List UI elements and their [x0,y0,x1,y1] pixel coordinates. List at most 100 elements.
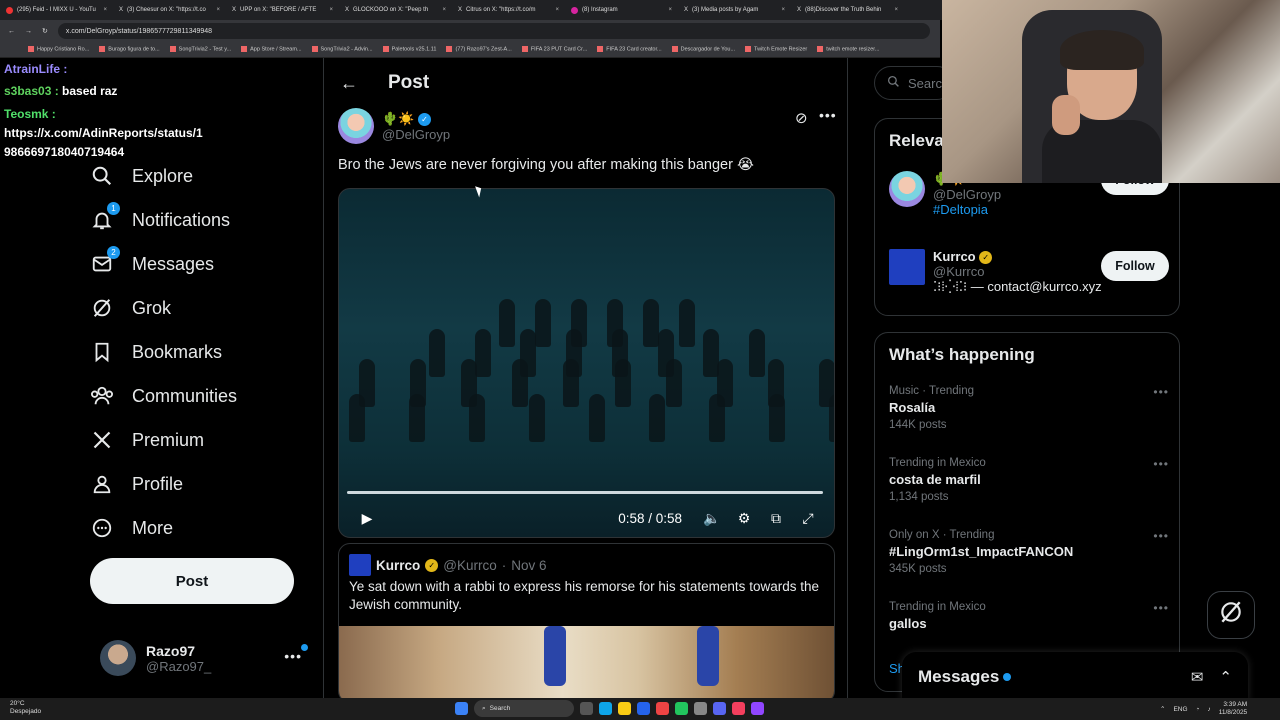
close-tab-icon[interactable]: × [894,7,898,13]
bookmark[interactable]: FIFA 23 PUT Card Cr... [522,46,587,53]
language-indicator[interactable]: ENG [1173,706,1187,713]
browser-tab[interactable]: X GLOCKOOO on X: "Peep th × [339,0,452,20]
follow-button[interactable]: Follow [1101,251,1169,281]
video-progress-bar[interactable] [347,491,823,494]
close-tab-icon[interactable]: × [442,7,446,13]
nav-messages[interactable]: 2 Messages [90,244,214,284]
taskbar-search[interactable]: ⌕ Search [474,700,574,717]
nav-more[interactable]: More [90,508,173,548]
play-icon[interactable]: ▶ [351,510,383,527]
bookmark[interactable]: twitch emote resizer... [817,46,879,53]
bookmark[interactable]: App Store / Stream... [241,46,301,53]
nav-bookmarks[interactable]: Bookmarks [90,332,222,372]
clock[interactable]: 3:39 AM 11/8/2025 [1219,701,1247,717]
volume-icon[interactable]: ♪ [1207,706,1210,713]
close-tab-icon[interactable]: × [216,7,220,13]
nav-premium[interactable]: Premium [90,420,204,460]
more-horizontal-icon[interactable]: ••• [1153,529,1169,543]
browser-tab[interactable]: X (3) Cheesur on X: "https://t.co × [113,0,226,20]
x-logo-icon: X [232,7,237,13]
bookmark[interactable]: Descargador de You... [672,46,735,53]
video-player[interactable]: ▶ 0:58 / 0:58 🔈 ⚙ ⧉ ⤢ [338,188,835,538]
new-message-icon[interactable]: ✉ [1191,668,1204,686]
more-horizontal-icon[interactable]: ••• [1153,601,1169,615]
expand-up-icon[interactable]: ⌃ [1219,668,1232,686]
nav-explore[interactable]: Explore [90,156,193,196]
person-bio[interactable]: #Deltopia [933,202,1001,217]
quoted-post-image[interactable] [339,626,834,702]
discord-icon[interactable] [713,702,726,715]
address-bar[interactable]: x.com/DelGroyp/status/198657772981134994… [57,23,930,39]
bookmark[interactable]: Paletools v25.1.11 [383,46,437,53]
close-tab-icon[interactable]: × [668,7,672,13]
trend-item[interactable]: Trending in Mexico costa de marfil 1,134… [889,457,1169,503]
dancer-silhouette [529,394,545,442]
trend-item[interactable]: Music · Trending Rosalía 144K posts ••• [889,385,1169,431]
close-tab-icon[interactable]: × [555,7,559,13]
settings-gear-icon[interactable]: ⚙ [728,510,760,527]
bookmark[interactable]: Burago figura de to... [99,46,159,53]
messages-drawer[interactable]: Messages ✉ ⌃ [902,652,1248,702]
x-logo-icon: X [684,7,689,13]
more-horizontal-icon[interactable]: ••• [819,107,837,123]
volume-icon[interactable]: 🔈 [696,510,728,527]
post-author[interactable]: 🌵☀️ ✓ @DelGroyp [338,108,450,144]
forward-icon[interactable]: → [25,28,32,35]
weather-widget[interactable]: 20°C Despejado [10,700,41,716]
bookmark[interactable]: Happy Cristiano Ro... [28,46,89,53]
nav-communities[interactable]: Communities [90,376,237,416]
file-explorer-icon[interactable] [618,702,631,715]
more-horizontal-icon[interactable]: ••• [1153,385,1169,399]
close-tab-icon[interactable]: × [329,7,333,13]
browser-tab[interactable]: (8) Instagram × [565,0,678,20]
browser-tab[interactable]: X (88)Discover the Truth Behin × [791,0,904,20]
post-button[interactable]: Post [90,558,294,604]
more-horizontal-icon[interactable]: ••• [1153,457,1169,471]
picture-in-picture-icon[interactable]: ⧉ [760,510,792,527]
trend-item[interactable]: Only on X · Trending #LingOrm1st_ImpactF… [889,529,1169,575]
bookmark[interactable]: (77) Razo97's Zest-A... [446,46,511,53]
browser-tab[interactable]: X UPP on X: "BEFORE / AFTE × [226,0,339,20]
browser-tab[interactable]: X Citrus on X: "https://t.co/m × [452,0,565,20]
spotify-icon[interactable] [675,702,688,715]
dancer-silhouette [499,299,515,347]
store-icon[interactable] [637,702,650,715]
author-avatar[interactable] [338,108,374,144]
youtube-icon [6,6,13,14]
music-icon[interactable] [732,702,745,715]
windows-start-icon[interactable] [455,702,468,715]
author-name[interactable]: 🌵☀️ ✓ [382,111,450,127]
back-arrow-icon[interactable]: ← [340,73,358,94]
grok-floating-button[interactable] [1207,591,1255,639]
close-tab-icon[interactable]: × [781,7,785,13]
trend-item[interactable]: Trending in Mexico gallos ••• [889,601,1169,631]
reload-icon[interactable]: ↻ [42,27,48,35]
relevant-person[interactable]: Kurrco ✓ @Kurrco ⁚⁝⁞⁛⁞⁚⁝ — contact@kurrc… [889,249,1169,295]
nav-profile[interactable]: Profile [90,464,183,504]
quoted-post[interactable]: Kurrco ✓ @Kurrco · Nov 6 Ye sat down wit… [338,543,835,703]
bookmark[interactable]: SongTrivia2 - Test y... [170,46,231,53]
edge-icon[interactable] [599,702,612,715]
browser-tab[interactable]: (295) Feid - I MIXX U - YouTu × [0,0,113,20]
account-switcher[interactable]: Razo97 @Razo97_ ••• [100,638,310,678]
fullscreen-icon[interactable]: ⤢ [792,510,824,527]
twitch-icon[interactable] [751,702,764,715]
chevron-up-icon[interactable]: ⌃ [1160,705,1165,713]
bookmark[interactable]: Twitch Emote Resizer [745,46,807,53]
browser-tab[interactable]: X (3) Media posts by Agam × [678,0,791,20]
bookmark[interactable]: SongTrivia2 - Advin... [312,46,373,53]
task-view-icon[interactable] [580,702,593,715]
back-icon[interactable]: ← [8,28,15,35]
x-logo-icon: X [797,7,802,13]
app-icon[interactable] [694,702,707,715]
more-horizontal-icon[interactable]: ••• [284,648,302,664]
grok-explain-icon[interactable]: ⊘ [795,109,808,127]
nav-notifications[interactable]: 1 Notifications [90,200,230,240]
image-detail [544,626,566,686]
close-tab-icon[interactable]: × [103,7,107,13]
wifi-icon[interactable]: ◔ [1196,706,1200,713]
nav-grok[interactable]: Grok [90,288,171,328]
bookmark[interactable]: FIFA 23 Card creator... [597,46,661,53]
author-handle[interactable]: @DelGroyp [382,127,450,142]
chrome-icon[interactable] [656,702,669,715]
